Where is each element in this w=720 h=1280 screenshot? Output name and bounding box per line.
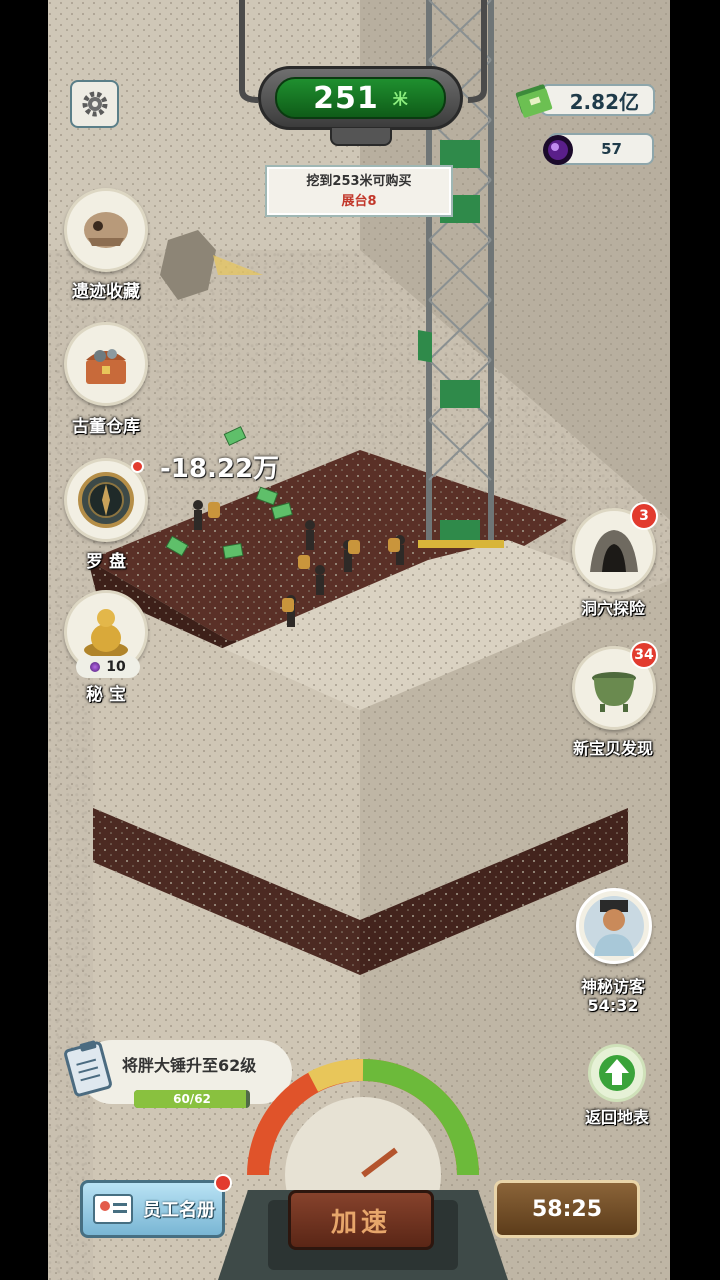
compass-alert-dot xyxy=(131,460,144,473)
money-gain-popup: -18.22万 xyxy=(160,454,280,484)
compass-icon xyxy=(78,472,134,528)
depth-unit: 米 xyxy=(392,89,408,108)
depth-meter-base xyxy=(330,128,392,146)
gear-icon xyxy=(82,91,107,117)
depth-value: 251 xyxy=(313,80,379,116)
dinosaur-skull-icon xyxy=(84,212,128,248)
mystery-visitor-timer: 54:32 xyxy=(587,996,639,1015)
return-surface-label: 返回地表 xyxy=(584,1108,649,1127)
relic-collection-button[interactable] xyxy=(64,188,148,272)
clipboard-icon xyxy=(64,1040,112,1097)
antique-warehouse-button[interactable] xyxy=(64,322,148,406)
cave-badge: 3 xyxy=(630,502,658,530)
golden-buddha-icon xyxy=(84,609,128,658)
speed-up-button[interactable]: 加速 xyxy=(288,1190,434,1250)
secret-gem-value: 10 xyxy=(106,659,126,675)
visitor-avatar-icon xyxy=(584,896,644,956)
dark-orb-icon xyxy=(543,135,573,165)
target-line-1: 挖到253米可购买 xyxy=(306,174,412,189)
orb-icon xyxy=(90,662,101,672)
bronze-cauldron-icon xyxy=(592,672,636,712)
target-line-2: 展台8 xyxy=(341,194,377,209)
secret-gem-count: 10 xyxy=(76,656,140,678)
treasure-chest-icon xyxy=(86,349,126,384)
gem-value: 57 xyxy=(601,140,622,158)
mystery-visitor-button[interactable] xyxy=(576,888,652,964)
cave-icon xyxy=(590,530,638,572)
boost-timer-button[interactable]: 58:25 xyxy=(494,1180,640,1238)
money-value: 2.82亿 xyxy=(569,89,639,114)
new-treasure-badge: 34 xyxy=(630,641,658,669)
antique-warehouse-label: 古董仓库 xyxy=(72,417,140,437)
secret-treasure-label: 秘 宝 xyxy=(86,685,126,705)
staff-roster-button[interactable]: 员工名册 xyxy=(80,1180,225,1238)
settings-button[interactable] xyxy=(70,80,119,128)
id-card-icon xyxy=(93,1194,133,1224)
staff-alert-dot xyxy=(214,1174,232,1192)
up-arrow-icon xyxy=(599,1055,635,1091)
return-surface-button[interactable] xyxy=(588,1044,646,1102)
depth-screen: 251 米 xyxy=(275,77,446,119)
mystery-visitor-label: 神秘访客 xyxy=(580,977,645,996)
depth-meter: 251 米 xyxy=(258,66,463,130)
staff-roster-label: 员工名册 xyxy=(143,1200,215,1221)
relic-collection-label: 遗迹收藏 xyxy=(72,282,140,302)
next-target-note: 挖到253米可购买 展台8 xyxy=(265,165,453,217)
compass-label: 罗 盘 xyxy=(86,552,126,572)
new-treasure-label: 新宝贝发现 xyxy=(572,739,653,758)
cash-stack-icon xyxy=(515,84,553,118)
money-counter: 2.82亿 xyxy=(540,84,655,116)
cave-exploration-label: 洞穴探险 xyxy=(580,599,645,618)
